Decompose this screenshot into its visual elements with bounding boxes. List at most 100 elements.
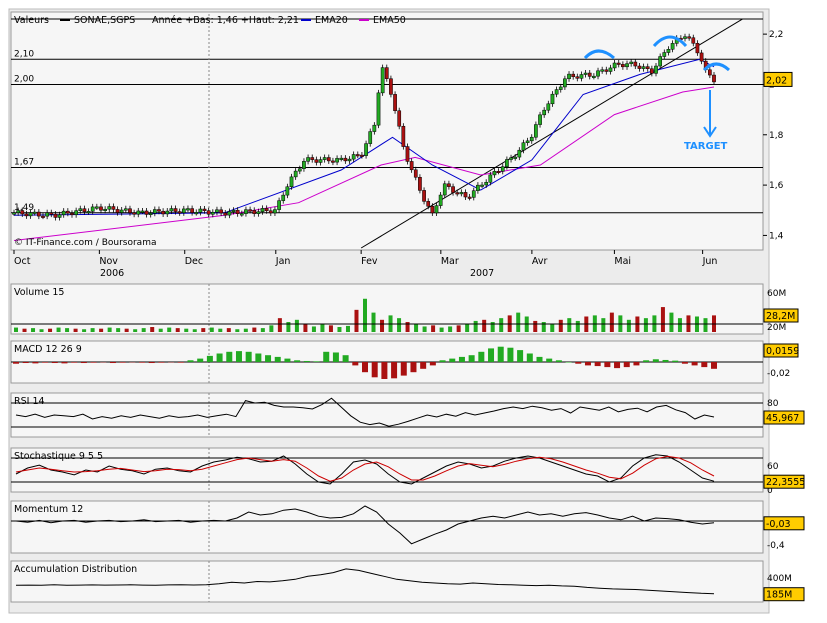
candle-body [32, 211, 37, 214]
volume-bar [175, 328, 180, 332]
macd-bar [216, 353, 223, 362]
candle-body [579, 74, 584, 79]
volume-bar [277, 318, 282, 332]
candle-body [128, 208, 132, 214]
candle-body [65, 210, 70, 214]
volume-bar [550, 323, 555, 332]
volume-bar [643, 318, 648, 332]
panel-title: Accumulation Distribution [14, 564, 137, 575]
candle-body [136, 210, 141, 215]
candle-body [331, 160, 335, 163]
candle-body [463, 192, 468, 198]
candle-body [152, 209, 157, 214]
volume-bar [269, 325, 274, 332]
volume-bar [311, 326, 316, 332]
candle-body [567, 73, 571, 80]
level-label: 2,10 [14, 49, 34, 59]
macd-bar [400, 362, 407, 376]
candle-body [355, 154, 360, 157]
candle-body [372, 124, 377, 132]
candle-body [513, 156, 518, 159]
candle-body [90, 206, 95, 212]
macd-bar [410, 362, 417, 373]
macd-bar [449, 358, 456, 362]
macd-bar [71, 362, 78, 363]
candle-body [687, 36, 691, 39]
volume-bar [82, 329, 87, 332]
candle-body [277, 200, 281, 210]
volume-bar [609, 312, 614, 332]
last-value: 185M [766, 590, 792, 601]
candle-body [484, 182, 489, 186]
candle-body [666, 49, 671, 53]
stock-chart: 2,102,001,671,492,221,81,61,42,02 Valeur… [0, 0, 827, 623]
volume-bar [626, 319, 631, 332]
volume-bar [252, 327, 257, 332]
candle-body [670, 43, 675, 50]
panel-title: Volume 15 [14, 287, 64, 298]
candle-body [161, 210, 165, 215]
volume-bar [422, 326, 427, 332]
candle-body [616, 62, 621, 65]
candle-body [550, 93, 555, 105]
month-label: Nov [99, 256, 118, 267]
macd-bar [381, 362, 388, 379]
candle-body [223, 212, 228, 216]
candle-body [260, 208, 265, 212]
macd-bar [575, 362, 582, 364]
volume-bar [703, 318, 708, 332]
level-label: 1,67 [14, 157, 34, 167]
candle-body [28, 212, 33, 217]
candle-body [148, 212, 153, 215]
volume-bar [235, 329, 240, 332]
macd-bar [614, 362, 621, 369]
ema50-legend: EMA50 [373, 15, 406, 26]
macd-bar [507, 347, 514, 362]
candle-body [641, 66, 646, 69]
volume-bar [533, 320, 538, 332]
candle-body [215, 209, 219, 213]
volume-bar [116, 328, 121, 332]
ticker-label: SONAE,SGPS [74, 15, 135, 26]
month-label: Jan [275, 256, 291, 267]
level-label: 2,00 [14, 74, 34, 84]
macd-bar [701, 362, 708, 368]
candle-body [500, 166, 505, 172]
volume-bar [465, 323, 470, 332]
candle-body [691, 37, 696, 44]
macd-bar [633, 362, 640, 366]
candle-body [645, 66, 650, 69]
candle-body [206, 210, 211, 215]
candle-body [12, 212, 16, 215]
candle-body [123, 208, 128, 211]
candle-body [418, 177, 422, 191]
macd-bar [226, 351, 233, 362]
candle-body [447, 183, 451, 187]
candle-body [451, 186, 455, 193]
candle-body [322, 157, 327, 160]
macd-bar [497, 346, 504, 362]
y-tick-label: 60 [767, 462, 779, 472]
y-tick-label: -0,02 [767, 369, 790, 379]
panel-4: Stochastique 9 5 560022,3555 [10, 447, 805, 496]
candle-body [314, 159, 319, 163]
panel-title: Momentum 12 [14, 504, 83, 515]
candle-body [621, 64, 625, 68]
macd-bar [32, 362, 39, 364]
macd-bar [429, 362, 436, 366]
macd-bar [352, 362, 359, 366]
macd-bar [80, 362, 87, 364]
volume-bar [303, 323, 308, 332]
candle-body [186, 208, 190, 211]
candle-body [57, 214, 62, 218]
panel-bg [10, 283, 764, 335]
y-tick-label: 1,6 [769, 181, 784, 191]
candle-body [297, 168, 302, 172]
year-2007: 2007 [470, 268, 494, 279]
candle-body [592, 75, 596, 78]
volume-bar [414, 324, 419, 332]
year-2006: 2006 [100, 268, 124, 279]
candle-body [529, 136, 534, 142]
volume-bar [473, 320, 478, 332]
candle-body [339, 157, 344, 160]
